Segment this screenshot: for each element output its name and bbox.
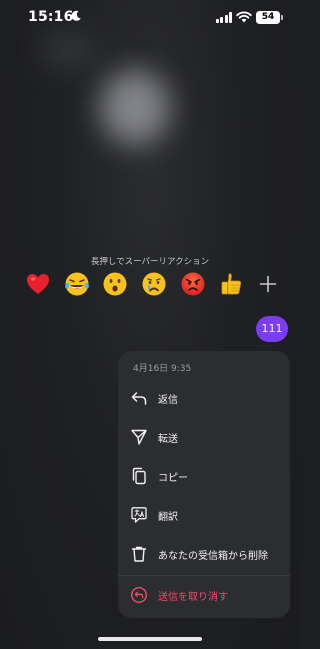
reply-icon	[130, 389, 148, 407]
more-reactions-button[interactable]	[256, 272, 280, 296]
menu-item-translate[interactable]: 翻訳	[118, 497, 290, 533]
copy-icon	[130, 467, 148, 485]
unsend-icon	[130, 586, 148, 604]
menu-item-label: 転送	[158, 433, 178, 445]
message-bubble[interactable]: 111	[256, 316, 288, 342]
menu-item-label: 翻訳	[158, 511, 178, 523]
trash-icon	[130, 545, 148, 563]
menu-item-copy[interactable]: コピー	[118, 458, 290, 494]
forward-icon	[130, 428, 148, 446]
translate-icon	[130, 506, 148, 524]
menu-item-label: 返信	[158, 394, 178, 406]
moon-icon	[71, 10, 81, 21]
home-indicator[interactable]	[98, 637, 202, 641]
menu-item-delete[interactable]: あなたの受信箱から削除	[118, 536, 290, 572]
menu-item-unsend[interactable]: 送信を取り消す	[118, 577, 290, 613]
surprised-emoji[interactable]	[101, 270, 129, 298]
angry-emoji[interactable]	[179, 270, 207, 298]
menu-divider	[118, 575, 290, 576]
reaction-bar	[22, 266, 282, 302]
blurred-background	[40, 30, 95, 70]
heart-emoji[interactable]	[24, 270, 52, 298]
heart-icon	[27, 274, 49, 294]
angry-icon	[181, 272, 205, 296]
wifi-icon	[236, 11, 252, 23]
battery-icon: 54	[256, 11, 283, 24]
surprised-icon	[103, 272, 127, 296]
thumbs-up-emoji[interactable]	[217, 270, 245, 298]
message-timestamp: 4月16日 9:35	[133, 364, 192, 374]
blurred-background	[100, 70, 170, 145]
menu-item-reply[interactable]: 返信	[118, 380, 290, 416]
crying-emoji[interactable]	[140, 270, 168, 298]
crying-icon	[142, 272, 166, 296]
menu-item-label: あなたの受信箱から削除	[158, 550, 268, 562]
message-context-menu: 4月16日 9:35 返信 転送 コピー 翻訳 あなたの受信箱から削除 送信を取…	[118, 351, 290, 618]
laughing-tears-emoji[interactable]	[63, 270, 91, 298]
menu-item-label: 送信を取り消す	[158, 591, 228, 603]
signal-icon	[216, 12, 232, 23]
menu-item-forward[interactable]: 転送	[118, 419, 290, 455]
status-bar: 15:16 54	[0, 0, 300, 36]
thumbs-up-icon	[221, 273, 242, 295]
screen: 15:16 54 長押しでスーパーリアクション 111 4月16日 9:35 返…	[0, 0, 300, 649]
laughing-tears-icon	[64, 272, 89, 296]
menu-item-label: コピー	[158, 472, 188, 484]
status-time: 15:16	[28, 9, 74, 25]
plus-icon	[259, 275, 277, 293]
